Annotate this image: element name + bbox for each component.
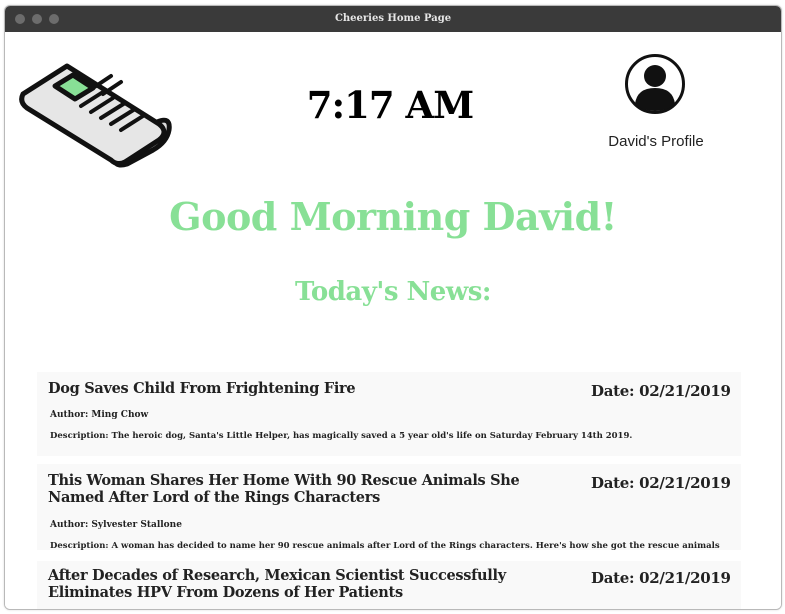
news-date: Date: 02/21/2019 [591,474,731,492]
user-avatar-icon[interactable] [625,54,685,114]
news-headline[interactable]: After Decades of Research, Mexican Scien… [48,567,568,601]
current-time: 7:17 AM [306,83,474,127]
news-card[interactable]: This Woman Shares Her Home With 90 Rescu… [37,464,741,550]
profile-link[interactable]: David's Profile [601,54,711,154]
newspaper-icon[interactable] [19,50,174,170]
news-heading: Today's News: [295,277,491,307]
news-date: Date: 02/21/2019 [591,382,731,400]
page-content: 7:17 AM David's Profile Good Morning Dav… [5,32,781,609]
news-description: Description: The heroic dog, Santa's Lit… [50,431,633,441]
news-headline[interactable]: This Woman Shares Her Home With 90 Rescu… [48,472,568,506]
news-headline[interactable]: Dog Saves Child From Frightening Fire [48,380,568,397]
profile-label[interactable]: David's Profile [601,133,711,150]
news-date: Date: 02/21/2019 [591,569,731,587]
news-card[interactable]: After Decades of Research, Mexican Scien… [37,561,741,609]
news-author: Author: Sylvester Stallone [50,520,182,530]
news-author: Author: Ming Chow [50,410,149,420]
news-card[interactable]: Dog Saves Child From Frightening Fire Da… [37,372,741,456]
greeting-heading: Good Morning David! [169,194,617,239]
browser-window: Cheeries Home Page 7:17 AM David's Profi… [4,5,782,610]
window-title: Cheeries Home Page [334,13,452,24]
title-bar: Cheeries Home Page [5,6,781,32]
news-description: Description: A woman has decided to name… [50,541,720,550]
